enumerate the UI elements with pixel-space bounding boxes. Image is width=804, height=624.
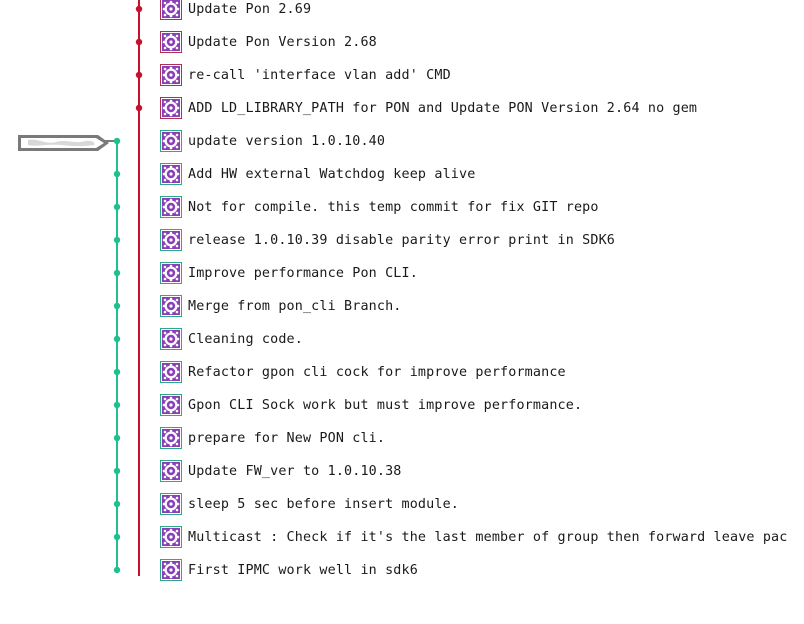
commit-message: First IPMC work well in sdk6 [188, 562, 418, 578]
identicon-icon [162, 297, 180, 315]
commit-node[interactable] [113, 170, 121, 178]
commit-message: Merge from pon_cli Branch. [188, 298, 402, 314]
commit-row[interactable]: prepare for New PON cli. [160, 426, 804, 450]
commit-node[interactable] [135, 104, 143, 112]
identicon-icon [162, 561, 180, 579]
identicon-icon [162, 330, 180, 348]
identicon-icon [162, 66, 180, 84]
identicon-icon [162, 429, 180, 447]
author-avatar [160, 295, 182, 317]
commit-message: prepare for New PON cli. [188, 430, 386, 446]
commit-node[interactable] [135, 38, 143, 46]
commit-message: release 1.0.10.39 disable parity error p… [188, 232, 616, 248]
commit-message: Not for compile. this temp commit for fi… [188, 199, 599, 215]
identicon-icon [162, 462, 180, 480]
commit-message: Refactor gpon cli cock for improve perfo… [188, 364, 566, 380]
identicon-icon [162, 33, 180, 51]
commit-message: Improve performance Pon CLI. [188, 265, 418, 281]
redacted-branch-tag-icon[interactable] [16, 133, 111, 153]
author-avatar [160, 526, 182, 548]
commit-node[interactable] [113, 335, 121, 343]
commit-message: Update Pon Version 2.68 [188, 34, 377, 50]
commit-row[interactable]: Multicast : Check if it's the last membe… [160, 525, 804, 549]
commit-row[interactable]: Add HW external Watchdog keep alive [160, 162, 804, 186]
commit-node[interactable] [113, 566, 121, 574]
author-avatar [160, 460, 182, 482]
commit-node[interactable] [113, 368, 121, 376]
commit-row[interactable]: Update Pon 2.69 [160, 0, 804, 21]
commit-message: Multicast : Check if it's the last membe… [188, 529, 788, 545]
author-avatar [160, 97, 182, 119]
commit-node[interactable] [113, 302, 121, 310]
commit-node[interactable] [135, 5, 143, 13]
commit-row[interactable]: Update FW_ver to 1.0.10.38 [160, 459, 804, 483]
author-avatar [160, 559, 182, 581]
identicon-icon [162, 132, 180, 150]
commit-message: Update Pon 2.69 [188, 1, 312, 17]
author-avatar [160, 130, 182, 152]
commit-node[interactable] [135, 71, 143, 79]
commit-row[interactable]: sleep 5 sec before insert module. [160, 492, 804, 516]
commit-row[interactable]: Not for compile. this temp commit for fi… [160, 195, 804, 219]
author-avatar [160, 262, 182, 284]
commit-message: Update FW_ver to 1.0.10.38 [188, 463, 402, 479]
identicon-icon [162, 363, 180, 381]
commit-row[interactable]: ADD LD_LIBRARY_PATH for PON and Update P… [160, 96, 804, 120]
identicon-icon [162, 99, 180, 117]
author-avatar [160, 31, 182, 53]
commit-row[interactable]: re-call 'interface vlan add' CMD [160, 63, 804, 87]
commit-node[interactable] [113, 401, 121, 409]
author-avatar [160, 163, 182, 185]
commit-message: Cleaning code. [188, 331, 303, 347]
commit-row[interactable]: Gpon CLI Sock work but must improve perf… [160, 393, 804, 417]
commit-message: update version 1.0.10.40 [188, 133, 386, 149]
identicon-icon [162, 231, 180, 249]
author-avatar [160, 64, 182, 86]
commit-node[interactable] [113, 500, 121, 508]
author-avatar [160, 229, 182, 251]
commit-node[interactable] [113, 434, 121, 442]
commit-row[interactable]: Improve performance Pon CLI. [160, 261, 804, 285]
commit-row[interactable]: release 1.0.10.39 disable parity error p… [160, 228, 804, 252]
author-avatar [160, 361, 182, 383]
identicon-icon [162, 264, 180, 282]
identicon-icon [162, 495, 180, 513]
commit-node[interactable] [113, 269, 121, 277]
commit-message: ADD LD_LIBRARY_PATH for PON and Update P… [188, 100, 698, 116]
author-avatar [160, 493, 182, 515]
commit-node[interactable] [113, 467, 121, 475]
commit-message: Add HW external Watchdog keep alive [188, 166, 476, 182]
identicon-icon [162, 198, 180, 216]
identicon-icon [162, 0, 180, 18]
commit-node[interactable] [113, 137, 121, 145]
identicon-icon [162, 528, 180, 546]
author-avatar [160, 394, 182, 416]
commit-row[interactable]: Refactor gpon cli cock for improve perfo… [160, 360, 804, 384]
commit-row[interactable]: Update Pon Version 2.68 [160, 30, 804, 54]
commit-row[interactable]: Merge from pon_cli Branch. [160, 294, 804, 318]
author-avatar [160, 196, 182, 218]
commit-node[interactable] [113, 533, 121, 541]
commit-row[interactable]: Cleaning code. [160, 327, 804, 351]
identicon-icon [162, 396, 180, 414]
commit-row[interactable]: update version 1.0.10.40 [160, 129, 804, 153]
author-avatar [160, 328, 182, 350]
commit-row[interactable]: First IPMC work well in sdk6 [160, 558, 804, 582]
commit-node[interactable] [113, 236, 121, 244]
author-avatar [160, 0, 182, 20]
identicon-icon [162, 165, 180, 183]
commit-message: sleep 5 sec before insert module. [188, 496, 459, 512]
commit-message: Gpon CLI Sock work but must improve perf… [188, 397, 583, 413]
author-avatar [160, 427, 182, 449]
commit-node[interactable] [113, 203, 121, 211]
commit-message: re-call 'interface vlan add' CMD [188, 67, 451, 83]
